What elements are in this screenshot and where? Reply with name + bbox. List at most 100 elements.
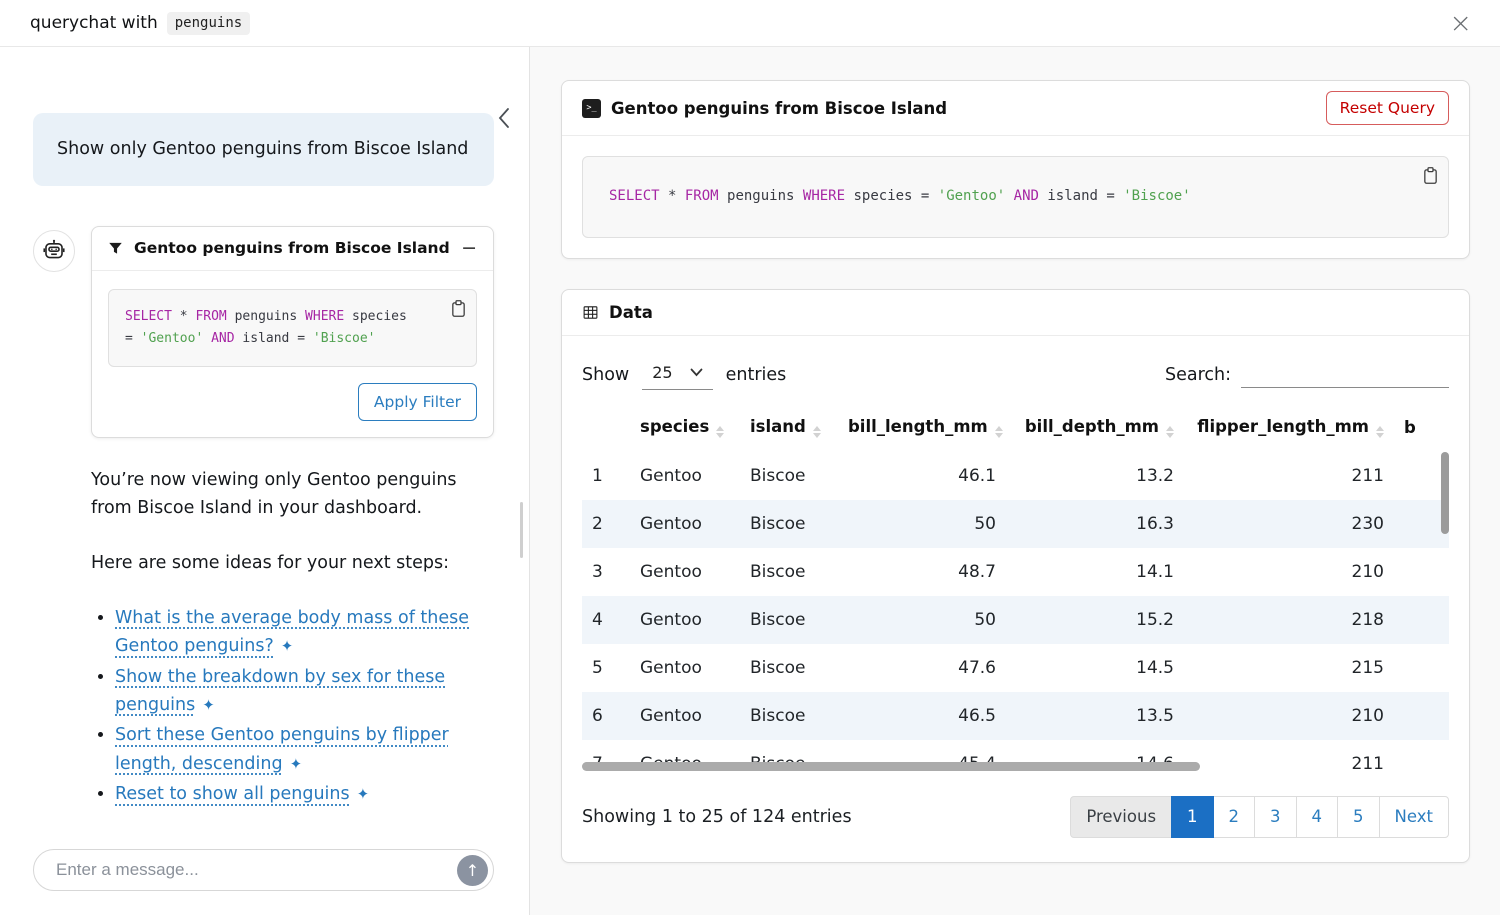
page-size-select[interactable]: 25 — [642, 360, 712, 390]
sort-icon — [813, 426, 821, 438]
app-title-text: querychat with — [30, 13, 158, 33]
collapse-card-button[interactable]: − — [461, 239, 477, 258]
suggestion-link[interactable]: Show the breakdown by sex for these peng… — [115, 667, 445, 715]
column-header[interactable]: bill_length_mm — [838, 404, 1006, 452]
sql-code-block: SELECT * FROM penguins WHERE species = '… — [582, 156, 1449, 238]
show-label: Show — [582, 365, 629, 385]
horizontal-scrollbar[interactable] — [582, 762, 1200, 771]
entries-label: entries — [726, 365, 787, 385]
filter-card-actions: Apply Filter — [108, 383, 477, 421]
table-controls: Show 25 entries Search: — [582, 360, 1449, 390]
reset-query-button[interactable]: Reset Query — [1326, 91, 1449, 125]
page-button-next[interactable]: Next — [1379, 796, 1449, 838]
table-icon — [582, 304, 599, 321]
sparkle-icon: ✦ — [290, 752, 303, 776]
column-header[interactable]: species — [630, 404, 740, 452]
chevron-down-icon — [690, 368, 703, 377]
query-card-header: >_ Gentoo penguins from Biscoe Island Re… — [562, 81, 1469, 136]
copy-icon[interactable] — [448, 297, 469, 324]
bot-paragraph: You’re now viewing only Gentoo penguins … — [91, 466, 494, 522]
column-header[interactable]: island — [740, 404, 838, 452]
column-header[interactable]: flipper_length_mm — [1184, 404, 1394, 452]
bot-avatar — [33, 230, 75, 272]
suggestion-link[interactable]: Sort these Gentoo penguins by flipper le… — [115, 725, 449, 773]
sparkle-icon: ✦ — [281, 634, 294, 658]
filter-card-title: Gentoo penguins from Biscoe Island — [134, 239, 450, 257]
column-header — [582, 404, 630, 452]
filter-card-body: SELECT * FROM penguins WHERE species = '… — [92, 271, 493, 437]
dashboard: >_ Gentoo penguins from Biscoe Island Re… — [530, 47, 1500, 915]
column-header[interactable]: bill_depth_mm — [1006, 404, 1184, 452]
query-card: >_ Gentoo penguins from Biscoe Island Re… — [561, 80, 1470, 259]
search-input[interactable] — [1241, 362, 1449, 388]
sql-code-block: SELECT * FROM penguins WHERE species = '… — [108, 289, 477, 367]
filter-card: Gentoo penguins from Biscoe Island − SEL… — [91, 226, 494, 438]
dataset-chip: penguins — [167, 12, 250, 35]
table-row: 1GentooBiscoe46.113.2211 — [582, 452, 1449, 500]
app-content: Show only Gentoo penguins from Biscoe Is… — [0, 47, 1500, 915]
sort-icon — [716, 426, 724, 438]
titlebar: querychat with penguins × — [0, 0, 1500, 47]
sql-line: = 'Gentoo' AND island = 'Biscoe' — [125, 328, 460, 350]
table-row: 2GentooBiscoe5016.3230 — [582, 500, 1449, 548]
suggestion-item: What is the average body mass of these G… — [115, 604, 494, 661]
bot-paragraph: Here are some ideas for your next steps: — [91, 549, 494, 577]
page-length-control: Show 25 entries — [582, 360, 786, 390]
table-header-row: speciesislandbill_length_mmbill_depth_mm… — [582, 404, 1449, 452]
query-card-title: Gentoo penguins from Biscoe Island — [611, 99, 947, 118]
terminal-icon: >_ — [582, 99, 601, 118]
column-header: b — [1394, 404, 1449, 452]
table-row: 5GentooBiscoe47.614.5215 — [582, 644, 1449, 692]
suggestion-item: Sort these Gentoo penguins by flipper le… — [115, 721, 494, 778]
sql-line: SELECT * FROM penguins WHERE species — [125, 306, 460, 328]
sql-line: SELECT * FROM penguins WHERE species = '… — [609, 185, 1422, 209]
page-button-5[interactable]: 5 — [1337, 796, 1380, 838]
sort-icon — [1376, 426, 1384, 438]
chat-sidebar: Show only Gentoo penguins from Biscoe Is… — [0, 47, 530, 915]
send-button[interactable]: ↑ — [457, 855, 488, 886]
page-button-previous[interactable]: Previous — [1070, 796, 1172, 838]
sort-icon — [1166, 426, 1174, 438]
page-button-2[interactable]: 2 — [1213, 796, 1256, 838]
bot-text: You’re now viewing only Gentoo penguins … — [91, 466, 494, 808]
sparkle-icon: ✦ — [202, 693, 215, 717]
data-card: Data Show 25 entries Search: — [561, 289, 1470, 863]
pagination: Previous12345Next — [1070, 796, 1449, 838]
data-table: speciesislandbill_length_mmbill_depth_mm… — [582, 404, 1449, 774]
table-row: 6GentooBiscoe46.513.5210 — [582, 692, 1449, 740]
table-row: 4GentooBiscoe5015.2218 — [582, 596, 1449, 644]
page-button-1[interactable]: 1 — [1171, 796, 1214, 838]
data-card-header: Data — [562, 290, 1469, 336]
chat-input-area: ↑ — [0, 837, 529, 915]
copy-icon[interactable] — [1420, 164, 1441, 191]
vertical-scrollbar[interactable] — [1441, 452, 1449, 534]
apply-filter-button[interactable]: Apply Filter — [358, 383, 477, 421]
bot-message-content: Gentoo penguins from Biscoe Island − SEL… — [91, 226, 494, 811]
table-body: 1GentooBiscoe46.113.22112GentooBiscoe501… — [582, 452, 1449, 774]
suggestion-list: What is the average body mass of these G… — [91, 604, 494, 808]
message-input[interactable] — [33, 849, 494, 891]
suggestion-link[interactable]: Reset to show all penguins — [115, 784, 350, 804]
table-footer: Showing 1 to 25 of 124 entries Previous1… — [582, 796, 1449, 838]
search-control: Search: — [1165, 362, 1449, 388]
data-card-title: Data — [609, 303, 653, 322]
sidebar-collapse-button[interactable] — [497, 107, 511, 133]
suggestion-item: Reset to show all penguins ✦ — [115, 780, 494, 808]
filter-icon — [108, 241, 123, 256]
arrow-up-icon: ↑ — [466, 861, 479, 880]
robot-icon — [41, 238, 67, 264]
sparkle-icon: ✦ — [357, 782, 370, 806]
user-message-bubble: Show only Gentoo penguins from Biscoe Is… — [33, 113, 494, 186]
search-label: Search: — [1165, 365, 1231, 385]
page-button-3[interactable]: 3 — [1254, 796, 1297, 838]
sort-icon — [995, 426, 1003, 438]
bot-message: Gentoo penguins from Biscoe Island − SEL… — [33, 226, 494, 811]
page-button-4[interactable]: 4 — [1296, 796, 1339, 838]
close-icon[interactable]: × — [1449, 10, 1472, 37]
sidebar-resize-handle[interactable] — [520, 502, 523, 558]
data-table-viewport: speciesislandbill_length_mmbill_depth_mm… — [582, 404, 1449, 774]
entries-info: Showing 1 to 25 of 124 entries — [582, 807, 852, 827]
app-title: querychat with penguins — [30, 12, 250, 35]
chevron-left-icon — [497, 107, 511, 129]
table-row: 3GentooBiscoe48.714.1210 — [582, 548, 1449, 596]
